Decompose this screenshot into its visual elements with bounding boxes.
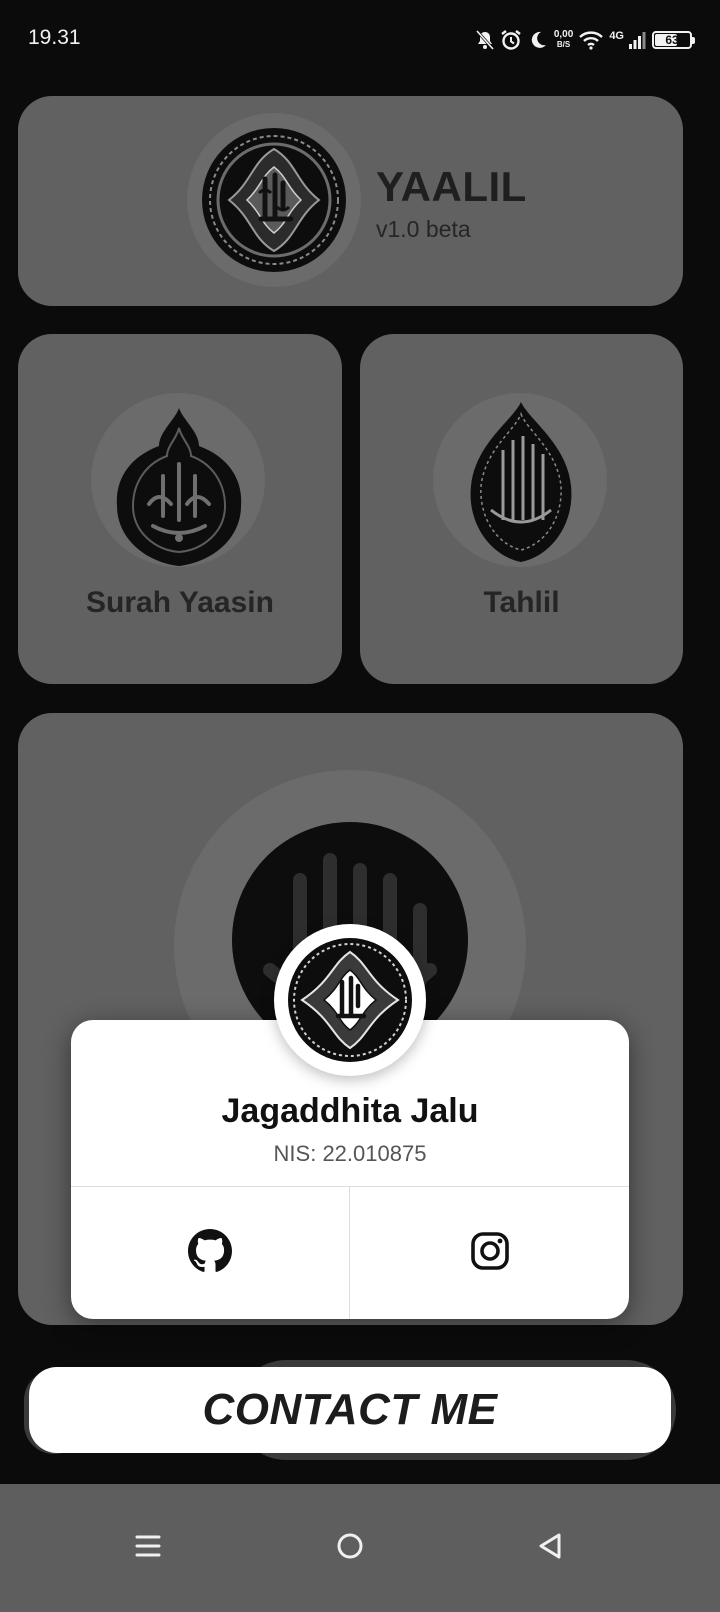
battery-icon: 63	[652, 31, 695, 49]
home-icon	[336, 1532, 364, 1565]
app-logo-icon	[201, 127, 347, 273]
signal-icon	[628, 30, 646, 50]
status-icons: 0,00 B/S 4G 63	[475, 26, 695, 54]
yaasin-calligraphy-icon	[113, 406, 245, 568]
tahlil-calligraphy-icon	[467, 400, 575, 566]
contact-me-label: CONTACT ME	[202, 1385, 498, 1434]
profile-nis: NIS: 22.010875	[273, 1141, 427, 1166]
avatar	[288, 938, 412, 1062]
profile-name: Jagaddhita Jalu	[221, 1092, 479, 1130]
notifications-off-icon	[475, 30, 494, 50]
home-button[interactable]	[310, 1508, 390, 1588]
back-button[interactable]	[510, 1508, 590, 1588]
back-icon	[537, 1532, 563, 1565]
alarm-icon	[500, 29, 522, 51]
network-type: 4G	[609, 30, 624, 42]
contact-me-button[interactable]: CONTACT ME	[29, 1367, 671, 1453]
battery-level: 63	[665, 33, 679, 47]
network-speed: 0,00 B/S	[553, 29, 574, 50]
instagram-link-button[interactable]	[350, 1187, 629, 1319]
wifi-icon	[579, 30, 604, 50]
tahlil-label[interactable]: Tahlil	[360, 586, 683, 620]
surah-yaasin-label[interactable]: Surah Yaasin	[18, 586, 342, 620]
github-icon	[188, 1228, 232, 1278]
menu-icon	[135, 1533, 161, 1564]
app-title: YAALIL	[376, 163, 527, 210]
app-version: v1.0 beta	[376, 216, 471, 242]
github-link-button[interactable]	[71, 1187, 349, 1319]
instagram-icon	[470, 1231, 510, 1276]
status-time: 19.31	[28, 26, 81, 49]
recent-apps-button[interactable]	[108, 1508, 188, 1588]
do-not-disturb-moon-icon	[528, 30, 548, 50]
